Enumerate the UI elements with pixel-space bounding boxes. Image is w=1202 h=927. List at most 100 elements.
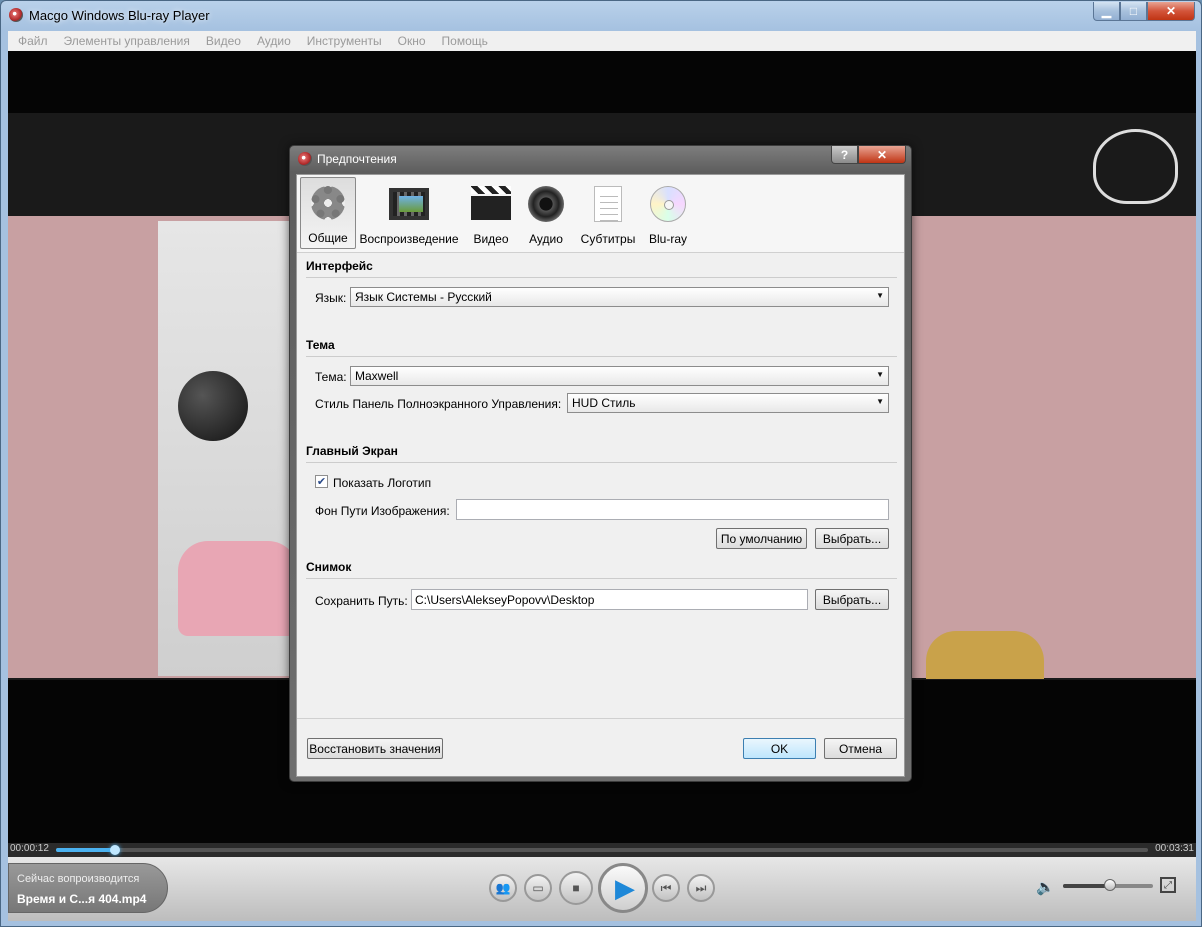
menu-controls[interactable]: Элементы управления — [56, 34, 198, 48]
video-bomb — [178, 371, 248, 441]
next-button[interactable]: ⏭ — [687, 874, 715, 902]
tab-label: Blu-ray — [648, 232, 687, 246]
fullscreen-style-select[interactable]: HUD Стиль — [567, 393, 889, 413]
tab-label: Воспроизведение — [359, 232, 459, 246]
restore-defaults-button[interactable]: Восстановить значения — [307, 738, 443, 759]
volume-knob[interactable] — [1103, 879, 1116, 891]
clapperboard-icon — [471, 184, 511, 224]
folder-icon: ▭ — [532, 881, 544, 895]
volume-slider[interactable] — [1063, 879, 1153, 891]
language-select[interactable]: Язык Системы - Русский — [350, 287, 889, 307]
bg-path-input[interactable] — [456, 499, 889, 520]
dialog-help-button[interactable]: ? — [831, 146, 858, 164]
help-icon: ? — [840, 147, 849, 162]
playlist-button[interactable]: 👥 — [489, 874, 517, 902]
now-playing-panel: Сейчас вопроизводится Время и С...я 404.… — [8, 863, 168, 913]
speaker-icon — [526, 184, 566, 224]
tab-label: Видео — [473, 232, 509, 246]
menu-file[interactable]: Файл — [10, 34, 56, 48]
video-cat — [926, 631, 1044, 679]
fullscreen-style-label: Стиль Панель Полноэкранного Управления: — [315, 397, 562, 411]
tab-video[interactable]: Видео — [467, 177, 515, 249]
section-divider — [306, 578, 897, 579]
app-icon — [9, 8, 23, 22]
close-icon: ✕ — [876, 147, 888, 162]
title-bar[interactable]: Macgo Windows Blu-ray Player ▁ □ ✕ — [1, 1, 1201, 31]
seek-track[interactable] — [56, 845, 1148, 855]
tab-general[interactable]: Общие — [300, 177, 356, 249]
theme-select[interactable]: Maxwell — [350, 366, 889, 386]
preferences-tabs: Общие Воспроизведение Видео Аудио Субтит… — [297, 175, 904, 253]
now-playing-label: Сейчас вопроизводится — [17, 873, 140, 885]
general-settings: Интерфейс Язык: Язык Системы - Русский Т… — [297, 253, 904, 718]
play-button[interactable]: ▶ — [598, 863, 648, 913]
menu-help[interactable]: Помощь — [434, 34, 496, 48]
section-divider — [306, 277, 897, 278]
skip-forward-icon: ⏭ — [695, 880, 707, 895]
tab-label: Субтитры — [580, 232, 636, 246]
close-icon: ✕ — [1165, 4, 1177, 18]
save-path-label: Сохранить Путь: — [315, 594, 408, 608]
gear-icon — [308, 183, 348, 223]
open-button[interactable]: ▭ — [524, 874, 552, 902]
close-button[interactable]: ✕ — [1147, 2, 1195, 21]
fullscreen-icon[interactable]: ⤢ — [1160, 877, 1176, 893]
stop-icon: ■ — [572, 881, 580, 895]
tab-label: Аудио — [529, 232, 563, 246]
dialog-close-button[interactable]: ✕ — [858, 146, 906, 164]
minimize-button[interactable]: ▁ — [1093, 2, 1120, 21]
save-path-input[interactable]: C:\Users\AlekseyPopovv\Desktop — [411, 589, 808, 610]
dialog-body: Общие Воспроизведение Видео Аудио Субтит… — [296, 174, 905, 777]
menu-tools[interactable]: Инструменты — [299, 34, 390, 48]
control-bar: Сейчас вопроизводится Время и С...я 404.… — [8, 857, 1196, 921]
stop-button[interactable]: ■ — [559, 871, 593, 905]
previous-button[interactable]: ⏮ — [652, 874, 680, 902]
language-label: Язык: — [315, 291, 347, 305]
tab-playback[interactable]: Воспроизведение — [359, 177, 459, 249]
skip-back-icon: ⏮ — [660, 880, 672, 895]
time-total: 00:03:31 — [1155, 843, 1194, 854]
menu-video[interactable]: Видео — [198, 34, 249, 48]
theme-label: Тема: — [315, 370, 347, 384]
show-logo-checkbox[interactable]: ✔ — [315, 475, 328, 488]
browse-background-button[interactable]: Выбрать... — [815, 528, 889, 549]
bg-path-label: Фон Пути Изображения: — [315, 504, 450, 518]
minimize-icon: ▁ — [1101, 4, 1112, 18]
maximize-icon: □ — [1129, 4, 1138, 18]
interface-heading: Интерфейс — [306, 259, 373, 273]
show-logo-label: Показать Логотип — [333, 476, 432, 490]
maximize-button[interactable]: □ — [1120, 2, 1147, 21]
now-playing-file: Время и С...я 404.mp4 — [17, 892, 147, 906]
dialog-footer: Восстановить значения OK Отмена — [297, 718, 904, 776]
section-divider — [306, 462, 897, 463]
menu-window[interactable]: Окно — [390, 34, 434, 48]
menu-audio[interactable]: Аудио — [249, 34, 299, 48]
window-title: Macgo Windows Blu-ray Player — [29, 8, 210, 23]
play-icon: ▶ — [615, 872, 635, 903]
menu-bar: Файл Элементы управления Видео Аудио Инс… — [8, 31, 1196, 51]
people-icon: 👥 — [495, 881, 511, 895]
disc-icon — [648, 184, 688, 224]
dialog-title: Предпочтения — [317, 152, 397, 166]
volume-icon[interactable]: 🔈 — [1036, 878, 1055, 896]
section-divider — [306, 356, 897, 357]
default-button[interactable]: По умолчанию — [716, 528, 807, 549]
browse-save-path-button[interactable]: Выбрать... — [815, 589, 889, 610]
tab-bluray[interactable]: Blu-ray — [645, 177, 691, 249]
tab-audio[interactable]: Аудио — [524, 177, 568, 249]
seek-fill — [56, 848, 115, 852]
ok-button[interactable]: OK — [743, 738, 816, 759]
seek-bar[interactable]: 00:00:12 00:03:31 — [8, 843, 1196, 857]
tab-subtitles[interactable]: Субтитры — [577, 177, 639, 249]
seek-knob[interactable] — [109, 845, 120, 855]
volume-fill — [1063, 884, 1110, 888]
theme-heading: Тема — [306, 338, 335, 352]
preferences-dialog: Предпочтения ? ✕ Общие Воспроизведение В… — [289, 145, 912, 782]
brand-logo-icon — [1093, 129, 1178, 204]
cancel-button[interactable]: Отмена — [824, 738, 897, 759]
video-skirt — [178, 541, 298, 636]
tab-label: Общие — [308, 231, 348, 245]
document-icon — [588, 184, 628, 224]
dialog-app-icon — [298, 152, 312, 166]
film-strip-icon — [389, 184, 429, 224]
